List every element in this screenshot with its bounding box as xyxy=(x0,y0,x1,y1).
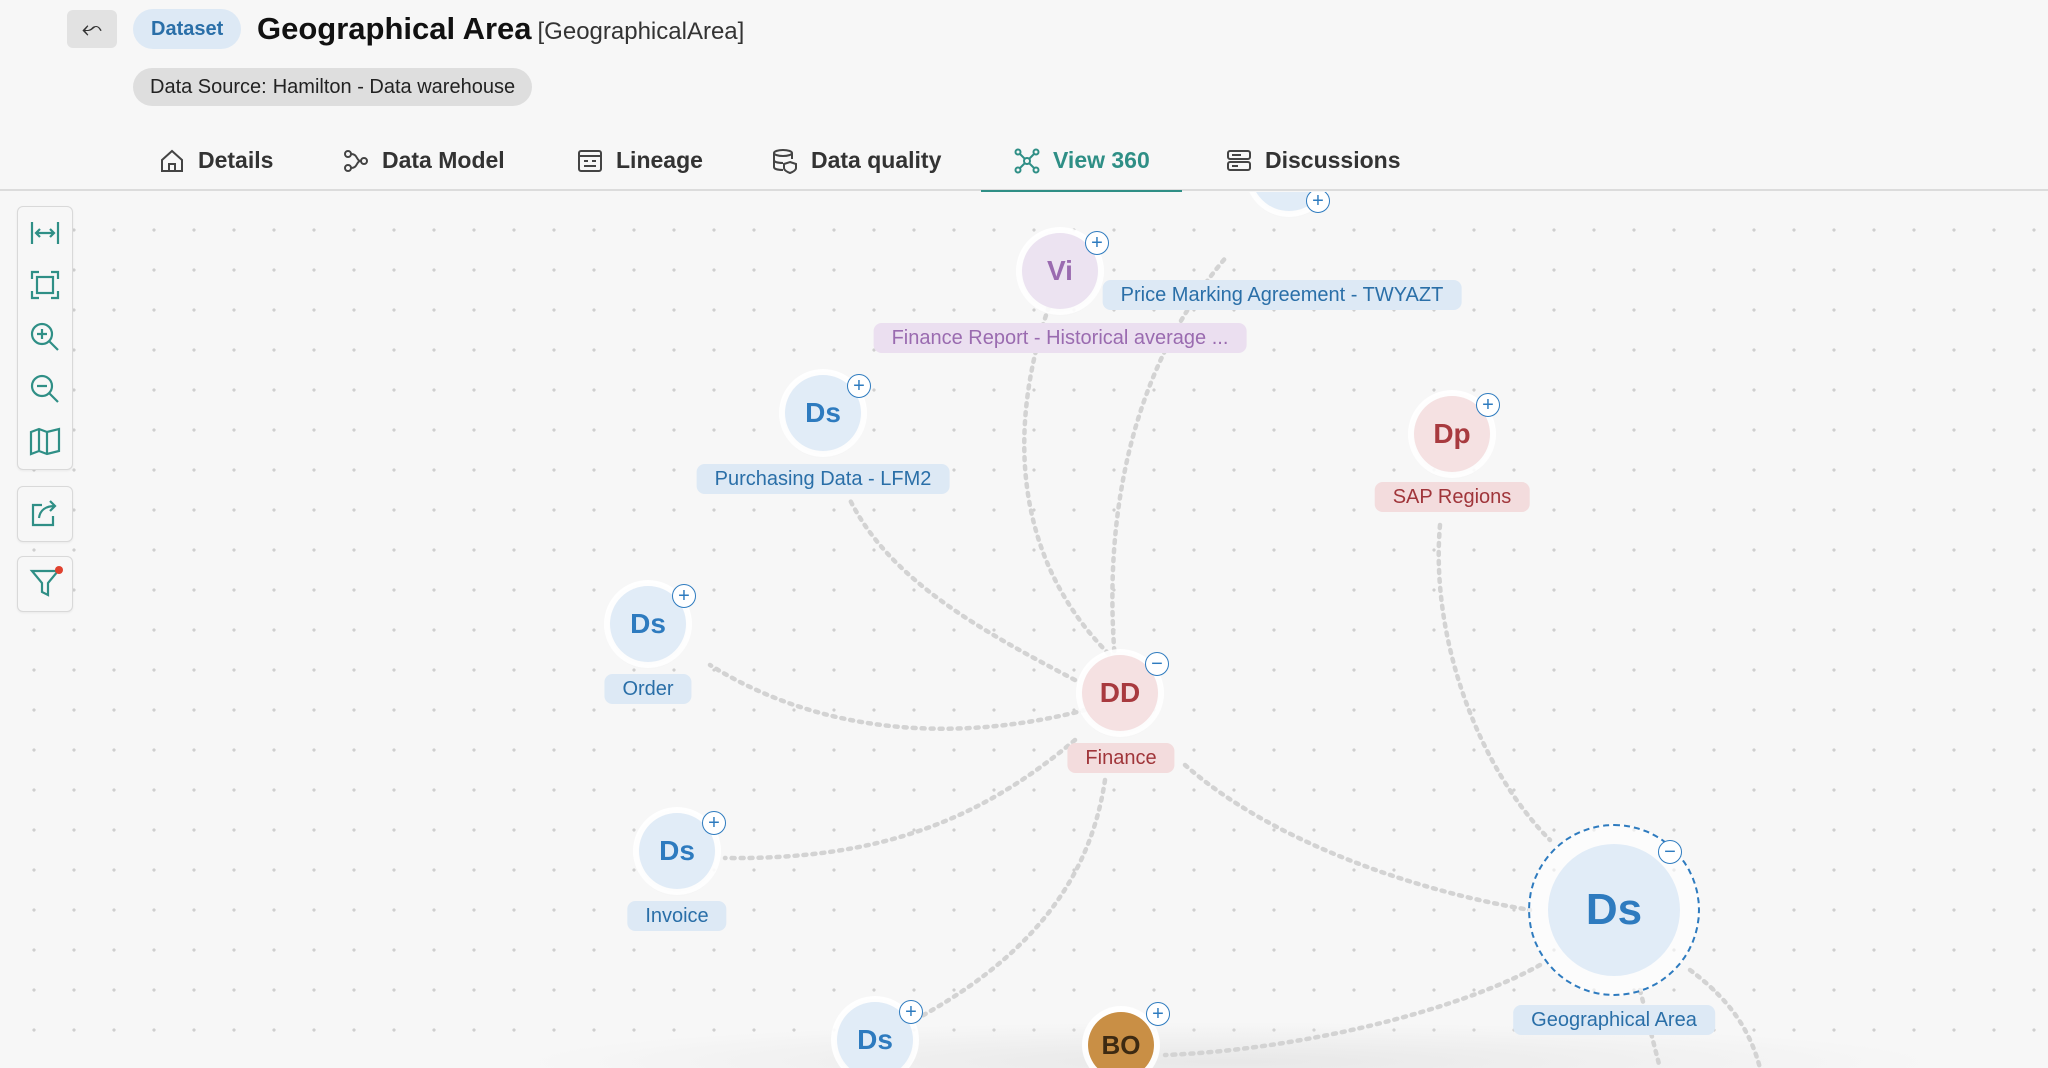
edge-price-marking xyxy=(1110,252,1231,663)
edge-geo-finance xyxy=(1182,762,1533,913)
tab-view-360[interactable]: View 360 xyxy=(981,130,1182,193)
expand-button[interactable]: + xyxy=(672,584,696,608)
zoom-in-icon xyxy=(30,322,59,351)
home-icon xyxy=(161,149,183,172)
type-badge: Dataset xyxy=(133,9,242,49)
back-button[interactable]: ⬿ xyxy=(67,10,117,48)
tab-label: Discussions xyxy=(1265,147,1401,173)
tab-bar: Details Data Model Lineage Data quality … xyxy=(0,130,2048,193)
fit-width-button[interactable] xyxy=(18,207,72,259)
expand-button[interactable]: + xyxy=(1085,231,1109,255)
expand-button[interactable]: + xyxy=(847,374,871,398)
expand-button[interactable]: + xyxy=(1306,192,1330,213)
expand-button[interactable]: + xyxy=(1476,393,1500,417)
title-text: Geographical Area xyxy=(257,11,532,46)
discussions-icon xyxy=(1227,149,1251,171)
node-label: Order xyxy=(604,674,692,704)
filter-active-dot xyxy=(55,566,63,574)
tab-label: Lineage xyxy=(616,147,703,173)
export-control xyxy=(17,486,73,542)
map-icon xyxy=(29,427,61,456)
edge-order xyxy=(707,662,1088,731)
expand-button[interactable]: + xyxy=(1146,1002,1170,1026)
data-source-label: Data Source: xyxy=(150,76,267,98)
tab-lineage[interactable]: Lineage xyxy=(576,130,703,191)
graph-canvas[interactable]: Ds + Price Marking Agreement - TWYAZT Vi… xyxy=(0,192,2048,1068)
tab-data-quality[interactable]: Data quality xyxy=(771,130,941,191)
expand-button[interactable]: + xyxy=(702,811,726,835)
business-object-node-badge[interactable]: BO xyxy=(1088,1012,1154,1068)
node-label: SAP Regions xyxy=(1374,482,1530,512)
collapse-button[interactable]: − xyxy=(1145,652,1169,676)
node-label: Finance Report - Historical average ... xyxy=(873,323,1247,353)
lineage-icon xyxy=(578,149,602,172)
canvas-shadow xyxy=(520,1022,1940,1068)
tab-discussions[interactable]: Discussions xyxy=(1225,130,1401,191)
export-icon xyxy=(31,500,57,527)
technical-name: [GeographicalArea] xyxy=(537,18,745,45)
collapse-button[interactable]: − xyxy=(1658,840,1682,864)
node-label: Price Marking Agreement - TWYAZT xyxy=(1102,280,1462,310)
tab-label: Data Model xyxy=(382,147,505,173)
node-label: Finance xyxy=(1067,743,1175,773)
arrow-left-icon: ⬿ xyxy=(81,13,103,43)
page-title: Geographical Area [GeographicalArea] xyxy=(257,10,744,48)
export-button[interactable] xyxy=(18,487,72,539)
zoom-out-icon xyxy=(30,374,59,403)
data-source-value: Hamilton - Data warehouse xyxy=(272,76,516,98)
fit-screen-icon xyxy=(30,270,60,300)
dataset-node-badge[interactable]: Ds xyxy=(1548,844,1680,976)
tab-data-model[interactable]: Data Model xyxy=(342,130,505,191)
fit-width-icon xyxy=(30,222,60,244)
zoom-in-button[interactable] xyxy=(18,311,72,363)
edge-bottom-ds xyxy=(902,777,1108,1028)
view-360-icon xyxy=(1014,148,1040,173)
data-model-icon xyxy=(344,149,368,172)
node-label: Purchasing Data - LFM2 xyxy=(696,464,950,494)
node-label: Geographical Area xyxy=(1513,1005,1715,1035)
zoom-out-button[interactable] xyxy=(18,363,72,415)
filter-button[interactable] xyxy=(18,557,72,609)
expand-button[interactable]: + xyxy=(899,1000,923,1024)
filter-control xyxy=(17,556,73,612)
edge-purchasing xyxy=(847,497,1078,683)
tab-label: View 360 xyxy=(1053,147,1150,173)
node-label: Invoice xyxy=(627,901,727,931)
tab-details[interactable]: Details xyxy=(158,130,273,191)
data-quality-icon xyxy=(773,148,797,174)
minimap-button[interactable] xyxy=(18,415,72,467)
tab-label: Data quality xyxy=(811,147,942,173)
tab-label: Details xyxy=(198,147,274,173)
fit-screen-button[interactable] xyxy=(18,259,72,311)
view-controls xyxy=(17,206,73,470)
data-source-badge[interactable]: Data Source: Hamilton - Data warehouse xyxy=(133,68,533,106)
edge-invoice xyxy=(722,737,1078,861)
edge-sap-regions xyxy=(1436,522,1553,843)
